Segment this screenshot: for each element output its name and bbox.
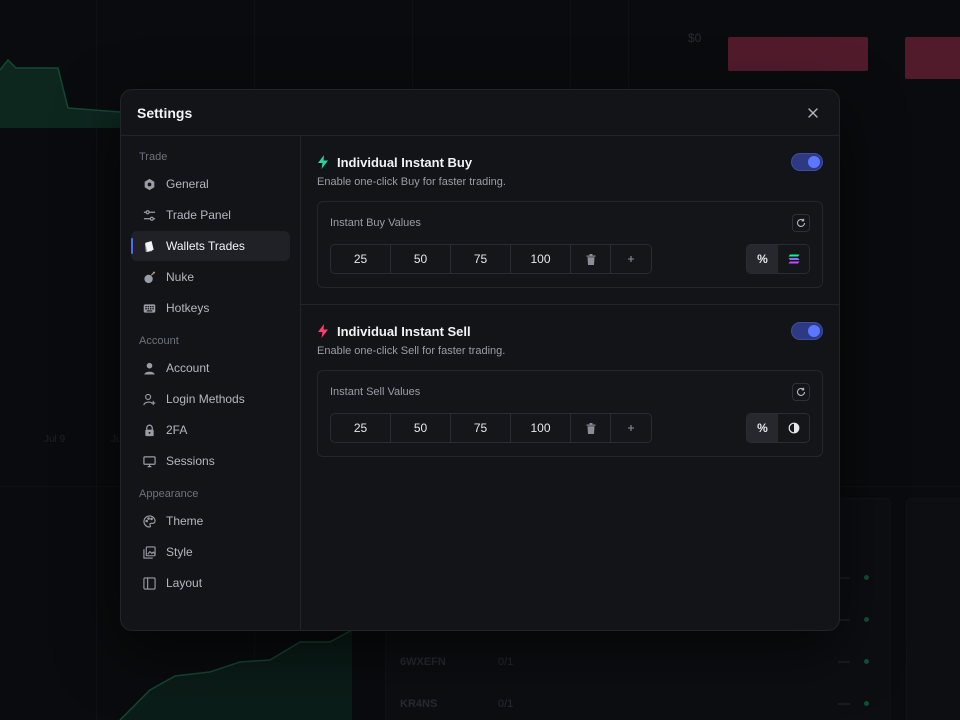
instant-sell-values-box: Instant Sell Values 25 50 75 100 % xyxy=(317,370,823,457)
instant-buy-values-label: Instant Buy Values xyxy=(330,217,421,229)
instant-sell-unit-token[interactable] xyxy=(778,414,809,442)
sidebar-item-label: Login Methods xyxy=(166,392,245,406)
instant-sell-preset[interactable]: 50 xyxy=(391,414,451,442)
instant-buy-title: Individual Instant Buy xyxy=(337,154,473,170)
wallet-cards-icon xyxy=(142,239,156,253)
palette-icon xyxy=(142,514,156,528)
instant-sell-title: Individual Instant Sell xyxy=(337,323,471,339)
solana-icon xyxy=(788,254,799,264)
instant-sell-section: Individual Instant Sell Enable one-click… xyxy=(301,305,839,473)
sidebar-item-layout[interactable]: Layout xyxy=(131,568,290,598)
instant-sell-reset-button[interactable] xyxy=(792,383,810,401)
instant-buy-unit-token[interactable] xyxy=(778,245,809,273)
plus-icon xyxy=(628,256,634,262)
sidebar-item-label: Layout xyxy=(166,576,203,590)
modal-title: Settings xyxy=(137,104,193,121)
layout-icon xyxy=(142,576,156,590)
modal-header: Settings xyxy=(121,90,839,136)
sidebar-item-label: Nuke xyxy=(166,270,195,284)
instant-buy-reset-button[interactable] xyxy=(792,214,810,232)
instant-sell-unit-percent[interactable]: % xyxy=(747,414,778,442)
sidebar-item-label: Sessions xyxy=(166,454,215,468)
sidebar-item-nuke[interactable]: Nuke xyxy=(131,262,290,292)
sidebar-item-2fa[interactable]: 2FA xyxy=(131,415,290,445)
sidebar-item-sessions[interactable]: Sessions xyxy=(131,446,290,476)
instant-sell-preset[interactable]: 75 xyxy=(451,414,511,442)
instant-buy-values-box: Instant Buy Values 25 50 75 100 % xyxy=(317,201,823,288)
sidebar-item-label: Wallets Trades xyxy=(166,239,245,253)
sidebar-item-label: Theme xyxy=(166,514,204,528)
instant-sell-values-label: Instant Sell Values xyxy=(330,386,421,398)
sidebar-item-label: Trade Panel xyxy=(166,208,231,222)
sidebar-item-label: Style xyxy=(166,545,193,559)
instant-buy-presets: 25 50 75 100 xyxy=(330,244,652,274)
instant-sell-add-button[interactable] xyxy=(611,414,651,442)
plus-icon xyxy=(628,425,634,431)
instant-sell-preset[interactable]: 25 xyxy=(331,414,391,442)
instant-sell-preset[interactable]: 100 xyxy=(511,414,571,442)
token-contrast-icon xyxy=(788,422,799,434)
sidebar-section-appearance: Appearance xyxy=(139,488,199,500)
image-stack-icon xyxy=(142,545,156,559)
close-icon xyxy=(808,107,818,118)
monitor-icon xyxy=(142,454,156,468)
instant-buy-preset[interactable]: 50 xyxy=(391,245,451,273)
instant-buy-unit-toggle: % xyxy=(746,244,810,274)
sidebar-item-login-methods[interactable]: Login Methods xyxy=(131,384,290,414)
sidebar-item-account[interactable]: Account xyxy=(131,353,290,383)
sliders-icon xyxy=(142,208,156,222)
instant-buy-unit-percent[interactable]: % xyxy=(747,245,778,273)
lock-icon xyxy=(142,423,156,437)
keyboard-icon xyxy=(142,301,156,315)
sidebar-item-label: 2FA xyxy=(166,423,188,437)
lightning-icon xyxy=(318,324,328,338)
sidebar-item-trade-panel[interactable]: Trade Panel xyxy=(131,200,290,230)
refresh-icon xyxy=(797,218,806,227)
trash-icon xyxy=(586,422,595,434)
sidebar-item-label: General xyxy=(166,177,209,191)
instant-sell-delete-button[interactable] xyxy=(571,414,611,442)
bomb-icon xyxy=(142,270,156,284)
hexagon-gear-icon xyxy=(142,177,156,191)
refresh-icon xyxy=(797,387,806,396)
settings-sidebar: Trade General Trade Panel Wallets Trades xyxy=(121,136,301,630)
settings-content: Individual Instant Buy Enable one-click … xyxy=(301,136,839,630)
instant-sell-presets: 25 50 75 100 xyxy=(330,413,652,443)
close-button[interactable] xyxy=(803,103,823,123)
instant-buy-section: Individual Instant Buy Enable one-click … xyxy=(301,136,839,305)
instant-sell-toggle[interactable] xyxy=(791,322,823,340)
sidebar-item-general[interactable]: General xyxy=(131,169,290,199)
sidebar-section-trade: Trade xyxy=(139,151,168,163)
sidebar-section-account: Account xyxy=(139,335,179,347)
instant-buy-delete-button[interactable] xyxy=(571,245,611,273)
instant-sell-description: Enable one-click Sell for faster trading… xyxy=(317,345,506,357)
sidebar-item-wallets-trades[interactable]: Wallets Trades xyxy=(131,231,290,261)
instant-buy-preset[interactable]: 25 xyxy=(331,245,391,273)
user-icon xyxy=(142,361,156,375)
instant-buy-add-button[interactable] xyxy=(611,245,651,273)
sidebar-item-style[interactable]: Style xyxy=(131,537,290,567)
sidebar-item-label: Hotkeys xyxy=(166,301,210,315)
sidebar-item-label: Account xyxy=(166,361,210,375)
lightning-icon xyxy=(318,155,328,169)
settings-modal: Settings Trade General Trade Panel Walle… xyxy=(120,89,840,631)
instant-buy-preset[interactable]: 75 xyxy=(451,245,511,273)
user-plus-icon xyxy=(142,392,156,406)
trash-icon xyxy=(586,253,595,265)
sidebar-item-hotkeys[interactable]: Hotkeys xyxy=(131,293,290,323)
instant-buy-toggle[interactable] xyxy=(791,153,823,171)
instant-sell-unit-toggle: % xyxy=(746,413,810,443)
sidebar-item-theme[interactable]: Theme xyxy=(131,506,290,536)
instant-buy-description: Enable one-click Buy for faster trading. xyxy=(317,176,506,188)
instant-buy-preset[interactable]: 100 xyxy=(511,245,571,273)
